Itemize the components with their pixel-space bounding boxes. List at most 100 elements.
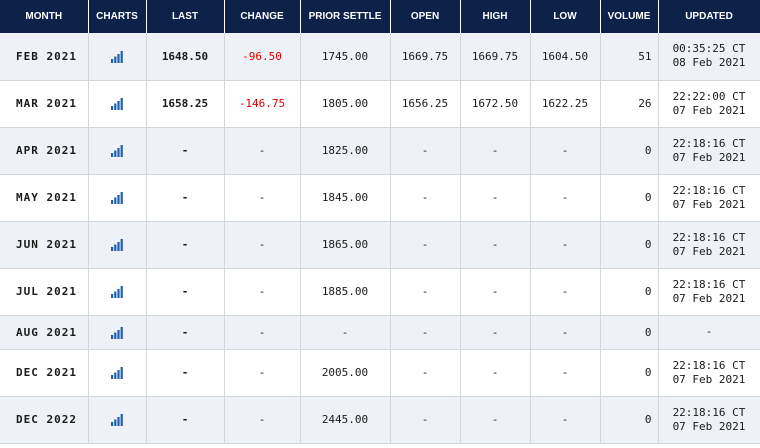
cell-prior-settle: 1845.00 [300,174,391,222]
cell-open: 1656.25 [390,80,461,128]
cell-month: DEC 2022 [0,396,89,444]
col-header-charts: CHARTS [88,0,147,33]
cell-charts[interactable] [88,268,147,316]
cell-charts[interactable] [88,349,147,397]
cell-month: DEC 2021 [0,349,89,397]
cell-open: - [390,315,461,350]
cell-high: - [460,221,531,269]
cell-low: 1604.50 [530,33,601,81]
cell-volume: 0 [600,396,659,444]
cell-last: - [146,127,225,175]
bar-chart-icon[interactable] [111,192,123,204]
updated-date: 07 Feb 2021 [672,419,746,433]
col-header-change[interactable]: CHANGE [224,0,301,33]
col-header-prior-settle[interactable]: PRIOR SETTLE [300,0,391,33]
cell-prior-settle: 1885.00 [300,268,391,316]
table-row: MAY 2021- -1845.00- - -0 22:18:16 CT 07 Feb 2… [0,174,760,222]
cell-low: - [530,221,601,269]
bar-chart-icon[interactable] [111,286,123,298]
table-row: JUL 2021- -1885.00- - -0 22:18:16 CT 07 Feb 2… [0,268,760,316]
table-row: JUN 2021- -1865.00- - -0 22:18:16 CT 07 Feb 2… [0,221,760,269]
cell-high: - [460,268,531,316]
table-row: MAR 2021 1658.25 -146.75 1805.00 1656.25 1672… [0,80,760,128]
cell-charts[interactable] [88,396,147,444]
bar-chart-icon[interactable] [111,239,123,251]
updated-time: 22:18:16 CT [672,405,746,419]
cell-prior-settle: 1825.00 [300,127,391,175]
bar-chart-icon[interactable] [111,367,123,379]
cell-volume: 51 [600,33,659,81]
table-row: DEC 2022- -2445.00- - -0 22:18:16 CT 07 Feb 2… [0,396,760,444]
updated-time: 22:18:16 CT [672,136,746,150]
cell-change: - [224,349,301,397]
cell-updated: 22:18:16 CT 07 Feb 2021 [658,174,760,222]
quotes-table: MONTH CHARTS LAST CHANGE PRIOR SETTLE OP… [0,0,760,444]
cell-open: 1669.75 [390,33,461,81]
cell-month: AUG 2021 [0,315,89,350]
bar-chart-icon[interactable] [111,414,123,426]
cell-volume: 0 [600,174,659,222]
cell-high: - [460,174,531,222]
cell-low: - [530,315,601,350]
bar-chart-icon[interactable] [111,50,123,63]
table-row: AUG 2021- - - - - -0- [0,315,760,350]
cell-change: -96.50 [224,33,301,81]
cell-charts[interactable] [88,315,147,350]
cell-change: - [224,396,301,444]
cell-charts[interactable] [88,174,147,222]
cell-charts[interactable] [88,33,147,81]
cell-prior-settle: 2445.00 [300,396,391,444]
cell-charts[interactable] [88,127,147,175]
cell-low: 1622.25 [530,80,601,128]
cell-high: - [460,127,531,175]
cell-volume: 0 [600,127,659,175]
bar-chart-icon[interactable] [111,98,123,110]
cell-volume: 0 [600,268,659,316]
cell-open: - [390,127,461,175]
cell-prior-settle: 1865.00 [300,221,391,269]
cell-prior-settle: 2005.00 [300,349,391,397]
col-header-open[interactable]: OPEN [390,0,461,33]
bar-chart-icon[interactable] [111,326,123,339]
cell-volume: 0 [600,349,659,397]
cell-high: 1669.75 [460,33,531,81]
cell-month: MAY 2021 [0,174,89,222]
bar-chart-icon[interactable] [111,145,123,157]
cell-change: -146.75 [224,80,301,128]
cell-change: - [224,268,301,316]
cell-last: 1658.25 [146,80,225,128]
table-row: DEC 2021- -2005.00- - -0 22:18:16 CT 07 Feb 2… [0,349,760,397]
cell-high: - [460,396,531,444]
updated-time: - [705,325,713,338]
cell-last: - [146,396,225,444]
cell-updated: 22:18:16 CT 07 Feb 2021 [658,268,760,316]
cell-change: - [224,315,301,350]
cell-prior-settle: - [300,315,391,350]
col-header-low[interactable]: LOW [530,0,601,33]
updated-date: 07 Feb 2021 [672,197,746,211]
cell-updated: 22:22:00 CT 07 Feb 2021 [658,80,760,128]
col-header-updated[interactable]: UPDATED [658,0,760,33]
cell-month: MAR 2021 [0,80,89,128]
cell-last: - [146,315,225,350]
updated-date: 08 Feb 2021 [672,56,746,70]
col-header-month[interactable]: MONTH [0,0,89,33]
col-header-volume[interactable]: VOLUME [600,0,659,33]
cell-month: JUN 2021 [0,221,89,269]
cell-updated: 22:18:16 CT 07 Feb 2021 [658,349,760,397]
cell-high: - [460,315,531,350]
updated-date: 07 Feb 2021 [672,150,746,164]
cell-low: - [530,349,601,397]
cell-low: - [530,127,601,175]
updated-date: 07 Feb 2021 [672,291,746,305]
cell-high: 1672.50 [460,80,531,128]
cell-month: JUL 2021 [0,268,89,316]
cell-last: - [146,349,225,397]
cell-charts[interactable] [88,80,147,128]
col-header-last[interactable]: LAST [146,0,225,33]
col-header-high[interactable]: HIGH [460,0,531,33]
cell-charts[interactable] [88,221,147,269]
table-row: APR 2021- -1825.00- - -0 22:18:16 CT 07 Feb 2… [0,127,760,175]
table-row: FEB 2021 1648.50 -96.50 1745.00 1669.75 1669.… [0,33,760,81]
updated-time: 22:18:16 CT [672,358,746,372]
